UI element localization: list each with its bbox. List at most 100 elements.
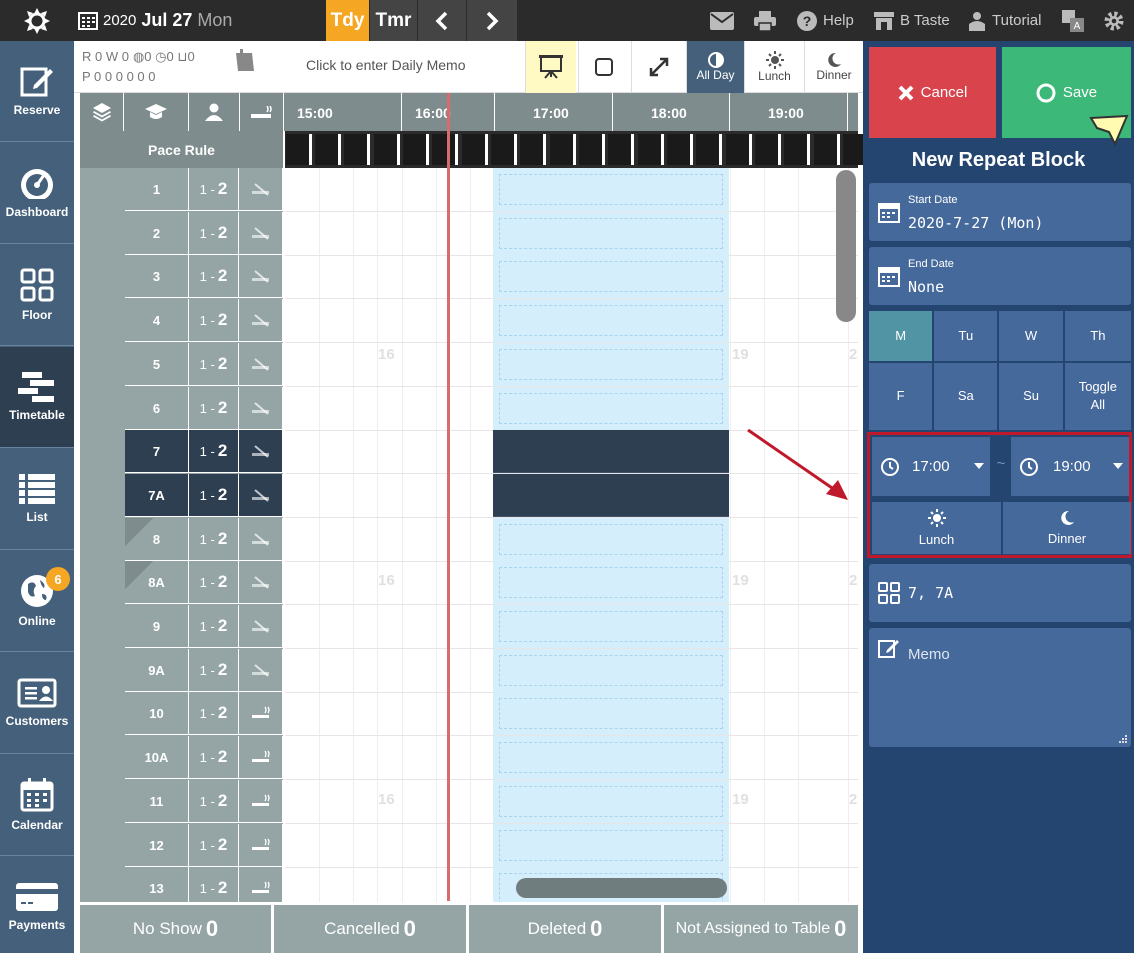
repeat-block-slot[interactable] [493,561,729,604]
pace-slot[interactable] [286,134,312,165]
pace-slot[interactable] [344,134,370,165]
table-row[interactable]: 9A 1 -2 [125,649,283,692]
repeat-block-slot[interactable] [493,387,729,430]
memo-field[interactable]: Memo [869,628,1131,747]
settings-button[interactable] [1104,0,1124,41]
sidebar-item-online[interactable]: 6 Online [0,551,74,652]
pace-slot[interactable] [726,134,752,165]
table-row[interactable]: 11 -2 [125,168,283,211]
pace-slot[interactable] [462,134,488,165]
repeat-block-slot[interactable] [493,518,729,561]
deleted-tab[interactable]: Deleted 0 [469,905,661,953]
sidebar-item-calendar[interactable]: Calendar [0,755,74,856]
vertical-scrollbar[interactable] [836,170,856,322]
all-day-filter[interactable]: All Day [686,41,744,93]
repeat-block-slot[interactable] [493,168,729,211]
capacity-column-header[interactable] [124,93,189,131]
toggle-all-button[interactable]: Toggle All [1064,362,1131,430]
repeat-block-slot[interactable] [493,649,729,692]
repeat-block-slot[interactable] [493,824,729,867]
lunch-preset-button[interactable]: Lunch [872,502,1001,554]
toggle-square-button[interactable] [578,41,629,93]
sidebar-item-customers[interactable]: Customers [0,653,74,754]
day-toggle-tue[interactable]: Tu [934,311,998,361]
dinner-preset-button[interactable]: Dinner [1003,502,1131,554]
pace-slot[interactable] [579,134,605,165]
pace-slot[interactable] [608,134,634,165]
sidebar-item-payments[interactable]: Payments [0,857,74,953]
end-date-field[interactable]: End Date None [869,247,1131,305]
repeat-block-slot-selected[interactable] [493,474,729,517]
expand-button[interactable] [631,41,686,93]
pace-slot[interactable] [315,134,341,165]
pace-slot[interactable] [755,134,781,165]
start-time-select[interactable]: 17:00 [872,437,990,496]
table-row[interactable]: 21 -2 [125,212,283,255]
language-button[interactable]: A [1062,0,1084,41]
pace-slot[interactable] [784,134,810,165]
lunch-filter[interactable]: Lunch [744,41,804,93]
repeat-block-slot[interactable] [493,255,729,298]
repeat-block-slot[interactable] [493,343,729,386]
day-toggle-thu[interactable]: Th [1064,311,1131,361]
guest-column-header[interactable] [189,93,240,131]
layers-button[interactable] [80,93,124,131]
pace-slot[interactable] [403,134,429,165]
table-row[interactable]: 31 -2 [125,255,283,298]
smoking-column-header[interactable] [240,93,284,131]
sidebar-item-timetable[interactable]: Timetable [0,347,74,448]
table-row[interactable]: 13 1 -2 [125,867,283,902]
pace-slot[interactable] [550,134,576,165]
repeat-block-slot[interactable] [493,692,729,735]
repeat-block-slot[interactable] [493,212,729,255]
tutorial-button[interactable]: Tutorial [968,0,1041,41]
end-time-select[interactable]: 19:00 [1011,437,1129,496]
pace-slot[interactable] [432,134,458,165]
next-day-button[interactable] [467,0,517,41]
day-toggle-fri[interactable]: F [869,362,933,430]
pace-slot[interactable] [667,134,693,165]
tomorrow-button[interactable]: Tmr [370,0,417,41]
resize-handle-icon[interactable] [1119,735,1127,743]
table-row[interactable]: 81 -2 [125,518,283,561]
daily-memo-input[interactable]: Click to enter Daily Memo [306,57,466,73]
pace-slot[interactable] [696,134,722,165]
table-row[interactable]: 12 1 -2 [125,824,283,867]
table-row[interactable]: 41 -2 [125,299,283,342]
tables-field[interactable]: 7, 7A [869,564,1131,622]
horizontal-scrollbar[interactable] [516,878,727,898]
repeat-block-slot[interactable] [493,780,729,823]
table-row[interactable]: 51 -2 [125,343,283,386]
table-row[interactable]: 7A 1 -2 [125,474,283,517]
cancelled-tab[interactable]: Cancelled 0 [274,905,466,953]
sidebar-item-list[interactable]: List [0,449,74,550]
repeat-block-slot-selected[interactable] [493,430,729,473]
prev-day-button[interactable] [418,0,466,41]
presentation-button[interactable] [525,41,576,93]
day-toggle-mon[interactable]: M [869,311,933,361]
pace-slot[interactable] [520,134,546,165]
pace-slot[interactable] [491,134,517,165]
table-row[interactable]: 61 -2 [125,387,283,430]
repeat-block-slot[interactable] [493,605,729,648]
pace-slot[interactable] [638,134,664,165]
save-button[interactable]: Save [1002,47,1131,146]
dinner-filter[interactable]: Dinner [804,41,863,93]
sidebar-item-dashboard[interactable]: Dashboard [0,143,74,244]
table-row[interactable]: 8A 1 -2 [125,561,283,604]
pace-slot[interactable] [814,134,840,165]
table-row[interactable]: 10A 1 -2 [125,736,283,779]
table-row[interactable]: 91 -2 [125,605,283,648]
sidebar-item-reserve[interactable]: Reserve [0,41,74,142]
table-row[interactable]: 11 1 -2 [125,780,283,823]
pace-bar[interactable] [285,131,869,168]
day-toggle-sat[interactable]: Sa [934,362,998,430]
print-button[interactable] [754,0,776,41]
help-button[interactable]: ? Help [797,0,854,41]
day-toggle-sun[interactable]: Su [999,362,1063,430]
pace-rule-label[interactable]: Pace Rule [80,131,283,168]
pace-slot[interactable] [374,134,400,165]
cancel-button[interactable]: Cancel [869,47,996,138]
timetable-grid[interactable]: 16 19 2 16 19 2 16 19 2 [285,168,858,902]
table-row[interactable]: 10 1 -2 [125,692,283,735]
